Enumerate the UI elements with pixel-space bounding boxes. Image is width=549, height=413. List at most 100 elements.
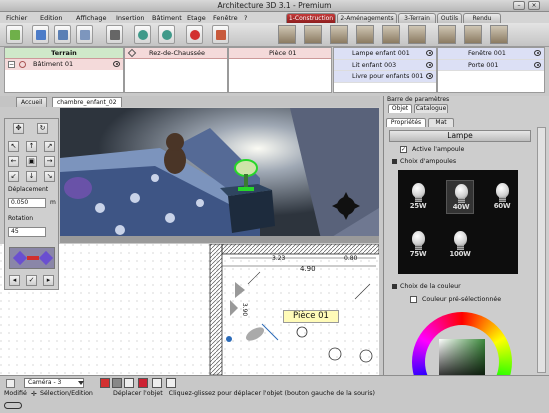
tab-construction[interactable]: 1-Construction (286, 13, 336, 23)
close-button[interactable]: × (528, 1, 540, 10)
center-button[interactable]: ▣ (26, 156, 37, 167)
chevron-down-icon[interactable] (78, 381, 84, 385)
object-label: Lit enfant 003 (352, 61, 397, 69)
scrollbar[interactable] (537, 127, 546, 373)
object-item-bed[interactable]: Lit enfant 003 (334, 59, 436, 71)
view-3d[interactable] (60, 108, 379, 243)
visibility-eye-icon[interactable] (426, 73, 433, 79)
color-wheel[interactable] (412, 312, 512, 375)
view-toggle-button[interactable] (6, 379, 15, 388)
catalog-stairs-button[interactable] (330, 25, 348, 44)
move-object-button[interactable] (9, 247, 55, 269)
tab-project[interactable]: chambre_enfant_02 (52, 97, 122, 107)
visibility-eye-icon[interactable] (426, 61, 433, 68)
bulb-option[interactable]: 25W (404, 180, 432, 214)
close-view-button[interactable] (166, 378, 176, 388)
object-item-lamp[interactable]: Lampe enfant 001 (334, 48, 436, 60)
prev-button[interactable]: ◂ (9, 275, 20, 286)
copy-button[interactable] (112, 378, 122, 388)
move-right-button[interactable]: → (44, 156, 55, 167)
opening-item-window[interactable]: Fenêtre 001 (438, 48, 544, 60)
bulb-option[interactable]: 60W (488, 180, 516, 214)
apply-button[interactable]: ✓ (26, 275, 37, 286)
camera-select[interactable]: Caméra - 3 (24, 378, 84, 388)
opening-item-door[interactable]: Porte 001 (438, 59, 544, 71)
color-section-title: Choix de la couleur (400, 283, 461, 290)
undo-button[interactable] (134, 25, 151, 44)
bulb-option-selected[interactable]: 40W (446, 180, 474, 214)
menu-floor[interactable]: Etage (187, 14, 206, 22)
tab-terrain[interactable]: 3-Terrain (398, 13, 436, 23)
save-as-button[interactable] (76, 25, 93, 44)
rotation-field[interactable]: 45 (8, 227, 46, 237)
open-button[interactable] (32, 25, 49, 44)
stop-button[interactable] (186, 25, 203, 44)
save-button[interactable] (54, 25, 71, 44)
menu-file[interactable]: Fichier (6, 14, 27, 22)
move-up-button[interactable]: ↑ (26, 141, 37, 152)
active-lamp-checkbox[interactable]: ✓ (400, 146, 407, 153)
visibility-eye-icon[interactable] (534, 61, 541, 68)
catalog-roof-button[interactable] (304, 25, 322, 44)
menu-window[interactable]: Fenêtre (213, 14, 238, 22)
visibility-eye-icon[interactable] (113, 61, 120, 67)
paste-button[interactable] (124, 378, 134, 388)
expand-icon[interactable]: − (8, 61, 15, 68)
menu-building[interactable]: Bâtiment (152, 14, 182, 22)
tilt-up-button[interactable]: ↘ (44, 171, 55, 182)
floor-item[interactable]: Rez-de-Chaussée (125, 48, 227, 59)
tab-objet[interactable]: Objet (388, 104, 412, 113)
minimize-button[interactable]: – (513, 1, 525, 10)
menu-help[interactable]: ? (244, 14, 247, 22)
catalog-fences-button[interactable] (408, 25, 426, 44)
menu-insert[interactable]: Insertion (116, 14, 145, 22)
rotate-right-button[interactable]: ↗ (44, 141, 55, 152)
orbit-icon[interactable]: ↻ (37, 123, 48, 134)
visibility-eye-icon[interactable] (534, 50, 541, 56)
new-file-button[interactable] (6, 25, 23, 44)
tilt-down-button[interactable]: ↙ (8, 171, 19, 182)
pan-icon[interactable]: ✥ (13, 123, 24, 134)
tab-proprietes[interactable]: Propriétés (386, 118, 426, 127)
flag-button[interactable] (138, 378, 148, 388)
menu-view[interactable]: Affichage (76, 14, 107, 22)
tab-rendu[interactable]: Rendu (463, 13, 501, 23)
next-button[interactable]: ▸ (43, 275, 54, 286)
collapse-icon[interactable] (392, 284, 397, 289)
zoom-button[interactable] (152, 378, 162, 388)
move-left-button[interactable]: ← (8, 156, 19, 167)
visibility-eye-icon[interactable] (426, 50, 433, 56)
print-button[interactable] (106, 25, 123, 44)
catalog-walls-button[interactable] (278, 25, 296, 44)
catalog-doors-button[interactable] (356, 25, 374, 44)
room-label-tag[interactable]: Pièce 01 (283, 310, 339, 323)
tab-catalogue[interactable]: Catalogue (414, 104, 448, 113)
delete-button[interactable] (100, 378, 110, 388)
bulb-icon (496, 183, 509, 198)
glasses-icon (4, 402, 22, 409)
collapse-icon[interactable] (392, 159, 397, 164)
preselected-color-checkbox[interactable] (410, 296, 417, 303)
color-square[interactable] (439, 339, 485, 375)
catalog-floors-button[interactable] (438, 25, 456, 44)
object-label: Lampe enfant 001 (352, 50, 410, 57)
object-item-book[interactable]: Livre pour enfants 001 (334, 71, 436, 83)
displacement-field[interactable]: 0.050 (8, 198, 46, 208)
rotate-left-button[interactable]: ↖ (8, 141, 19, 152)
render-button[interactable] (212, 25, 229, 44)
room-item[interactable]: Pièce 01 (229, 48, 331, 59)
catalog-windows-button[interactable] (382, 25, 400, 44)
house-icon (216, 30, 226, 40)
move-down-button[interactable]: ↓ (26, 171, 37, 182)
tab-outils[interactable]: Outils (437, 13, 462, 23)
menu-edit[interactable]: Edition (40, 14, 63, 22)
catalog-textures-button[interactable] (464, 25, 482, 44)
redo-button[interactable] (158, 25, 175, 44)
tab-home[interactable]: Accueil (16, 97, 48, 107)
bulb-option[interactable]: 100W (446, 228, 474, 262)
tab-amenagements[interactable]: 2-Aménagements (337, 13, 397, 23)
catalog-objects-button[interactable] (490, 25, 508, 44)
building-item[interactable]: − Bâtiment 01 (5, 59, 123, 70)
tab-materiaux[interactable]: Mat (428, 118, 454, 127)
bulb-option[interactable]: 75W (404, 228, 432, 262)
